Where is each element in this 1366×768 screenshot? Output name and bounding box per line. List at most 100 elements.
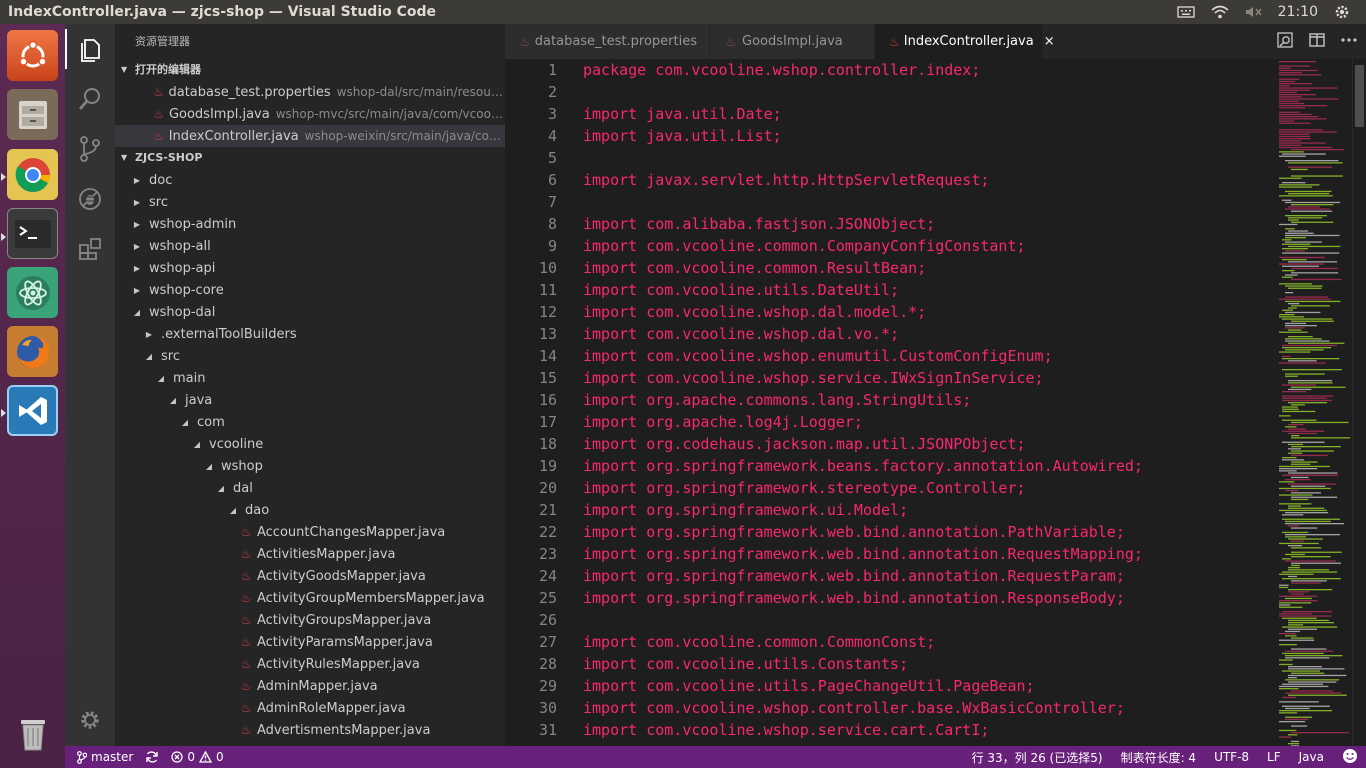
open-preview-icon[interactable] [1276, 31, 1294, 53]
gear-icon[interactable] [1332, 4, 1352, 20]
extensions-icon[interactable] [65, 229, 115, 269]
file-tree-item[interactable]: ♨ ActivityParamsMapper.java [115, 631, 505, 653]
terminal-icon[interactable] [7, 208, 58, 259]
source-control-icon[interactable] [65, 129, 115, 169]
folder-tree-item[interactable]: ◢ vcooline [115, 433, 505, 455]
code-text: import com.vcooline.wshop.service.IWxSig… [583, 369, 1044, 387]
code-text: import javax.servlet.http.HttpServletReq… [583, 171, 990, 189]
open-editor-item[interactable]: ♨ IndexController.java wshop-weixin/src/ma… [115, 125, 505, 147]
open-editor-item[interactable]: ♨ database_test.properties wshop-dal/src/m… [115, 81, 505, 103]
file-tree-item[interactable]: ♨ AccountChangesMapper.java [115, 521, 505, 543]
tree-item-label: AccountChangesMapper.java [257, 524, 446, 540]
tab-label: GoodsImpl.java [742, 34, 843, 49]
warning-icon [198, 751, 212, 763]
minimap[interactable] [1275, 59, 1352, 746]
wifi-icon[interactable] [1210, 4, 1230, 20]
line-number: 21 [538, 501, 557, 519]
folder-tree-item[interactable]: ▶ doc [115, 169, 505, 191]
chrome-icon[interactable] [7, 149, 58, 200]
debug-icon[interactable] [65, 179, 115, 219]
code-line: 24 import org.springframework.web.bind.an… [505, 565, 1275, 587]
git-branch[interactable]: master [77, 750, 133, 764]
file-tree-item[interactable]: ♨ ActivityRulesMapper.java [115, 653, 505, 675]
file-tree-item[interactable]: ♨ AdvertismentsMapper.java [115, 719, 505, 741]
folder-tree-item[interactable]: ◢ java [115, 389, 505, 411]
open-editor-name: GoodsImpl.java [168, 106, 270, 122]
code-text: import com.vcooline.utils.DateUtil; [583, 281, 900, 299]
folder-tree-item[interactable]: ◢ wshop-dal [115, 301, 505, 323]
open-editor-item[interactable]: ♨ GoodsImpl.java wshop-mvc/src/main/java/c… [115, 103, 505, 125]
split-editor-icon[interactable] [1308, 31, 1326, 53]
line-number: 19 [538, 457, 557, 475]
app-launcher [0, 24, 65, 768]
tree-item-label: ActivityParamsMapper.java [257, 634, 433, 650]
ubuntu-dash-icon[interactable] [7, 30, 58, 81]
more-actions-icon[interactable] [1340, 31, 1358, 53]
settings-icon[interactable] [65, 700, 115, 740]
code-text: import com.vcooline.wshop.dal.model.*; [583, 303, 927, 321]
folder-tree-item[interactable]: ▶ .externalToolBuilders [115, 323, 505, 345]
line-number: 3 [547, 105, 557, 123]
code-line: 27 import com.vcooline.common.CommonConst… [505, 631, 1275, 653]
folder-tree-item[interactable]: ▶ wshop-all [115, 235, 505, 257]
tab-2[interactable]: ♨ GoodsImpl.java [710, 24, 875, 59]
folder-tree-item[interactable]: ◢ wshop [115, 455, 505, 477]
scrollbar-thumb[interactable] [1355, 65, 1364, 127]
code-line: 30 import com.vcooline.wshop.controller.b… [505, 697, 1275, 719]
files-icon[interactable] [7, 89, 58, 140]
folder-tree-item[interactable]: ▶ wshop-api [115, 257, 505, 279]
vscode-icon[interactable] [7, 385, 58, 436]
keyboard-icon[interactable] [1176, 4, 1196, 20]
feedback-smiley-icon[interactable] [1342, 748, 1358, 767]
tab-size[interactable]: 制表符长度: 4 [1121, 749, 1197, 766]
file-tree-item[interactable]: ♨ ActivityGroupMembersMapper.java [115, 587, 505, 609]
cursor-position[interactable]: 行 33，列 26 (已选择5) [972, 749, 1103, 766]
open-editors-list: ♨ database_test.properties wshop-dal/src/m… [115, 81, 505, 147]
open-editor-name: database_test.properties [168, 84, 331, 100]
explorer-sidebar: 资源管理器 ▼ 打开的编辑器 ♨ database_test.properties… [115, 24, 505, 746]
line-ending[interactable]: LF [1267, 750, 1281, 764]
file-tree-item[interactable]: ♨ AdminMapper.java [115, 675, 505, 697]
folder-tree-item[interactable]: ◢ dal [115, 477, 505, 499]
line-number: 13 [538, 325, 557, 343]
project-header[interactable]: ▼ ZJCS-SHOP [115, 147, 505, 169]
sync-icon[interactable] [145, 750, 159, 764]
open-editors-header[interactable]: ▼ 打开的编辑器 [115, 59, 505, 81]
problems-indicator[interactable]: 0 0 [171, 750, 224, 764]
folder-tree-item[interactable]: ▶ wshop-core [115, 279, 505, 301]
folder-tree-item[interactable]: ◢ dao [115, 499, 505, 521]
folder-tree-item[interactable]: ◢ com [115, 411, 505, 433]
tab-3[interactable]: ♨ IndexController.java × [875, 24, 1055, 59]
tab-1[interactable]: ♨ database_test.properties [505, 24, 710, 59]
line-number: 11 [538, 281, 557, 299]
tree-item-label: vcooline [209, 436, 264, 452]
firefox-icon[interactable] [7, 326, 58, 377]
close-icon[interactable]: × [1044, 34, 1055, 49]
folder-tree-item[interactable]: ◢ src [115, 345, 505, 367]
editor-scrollbar[interactable] [1352, 59, 1366, 746]
chevron-right-icon: ▶ [133, 285, 141, 295]
status-bar: master 0 0 行 33，列 26 (已选择5) 制表符长度: 4 UTF… [65, 746, 1366, 768]
code-text: import com.vcooline.common.CommonConst; [583, 633, 936, 651]
clock[interactable]: 21:10 [1278, 4, 1318, 20]
file-tree-item[interactable]: ♨ ActivityGoodsMapper.java [115, 565, 505, 587]
trash-icon[interactable] [7, 708, 58, 759]
file-tree: ▶ doc ▶ src ▶ wshop-admin ▶ wshop-all ▶ wshop-api… [115, 169, 505, 741]
code-editor[interactable]: 1 package com.vcooline.wshop.controller.i… [505, 59, 1275, 746]
volume-muted-icon[interactable] [1244, 4, 1264, 20]
language-mode[interactable]: Java [1299, 750, 1324, 764]
folder-tree-item[interactable]: ▶ src [115, 191, 505, 213]
explorer-icon[interactable] [65, 29, 115, 69]
file-tree-item[interactable]: ♨ ActivityGroupsMapper.java [115, 609, 505, 631]
code-line: 18 import org.codehaus.jackson.map.util.J… [505, 433, 1275, 455]
tab-label: IndexController.java [903, 34, 1034, 49]
file-tree-item[interactable]: ♨ AdminRoleMapper.java [115, 697, 505, 719]
atom-icon[interactable] [7, 267, 58, 318]
line-number: 10 [538, 259, 557, 277]
file-tree-item[interactable]: ♨ ActivitiesMapper.java [115, 543, 505, 565]
folder-tree-item[interactable]: ▶ wshop-admin [115, 213, 505, 235]
tree-item-label: ActivitiesMapper.java [257, 546, 396, 562]
search-icon[interactable] [65, 79, 115, 119]
encoding[interactable]: UTF-8 [1214, 750, 1249, 764]
folder-tree-item[interactable]: ◢ main [115, 367, 505, 389]
